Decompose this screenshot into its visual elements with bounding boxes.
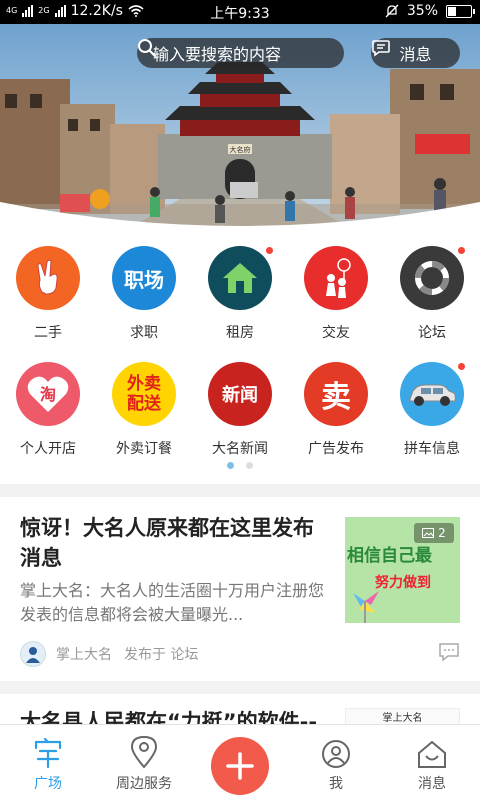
- image-count-badge: 2: [414, 523, 454, 543]
- location-pin-icon: [130, 735, 158, 769]
- notification-dot: [457, 362, 466, 371]
- page-indicator: [0, 462, 480, 469]
- category-label: 论坛: [418, 325, 446, 341]
- category-dating[interactable]: 交友: [288, 246, 384, 342]
- thumb-text-2: 努力做到: [375, 574, 431, 591]
- notification-dot: [457, 246, 466, 255]
- category-forum[interactable]: 论坛: [384, 246, 480, 342]
- sell-icon: 卖: [304, 362, 368, 426]
- category-label: 拼车信息: [404, 441, 460, 457]
- category-label: 交友: [322, 325, 350, 341]
- image-count: 2: [438, 526, 446, 540]
- battery-icon: [446, 4, 475, 18]
- takeout-icon: 外卖配送: [112, 362, 176, 426]
- page-dot-active[interactable]: [227, 462, 234, 469]
- post-description: 掌上大名：大名人的生活圈十万用户注册您发表的信息都将会被大量曝光...: [20, 581, 325, 624]
- category-label: 外卖订餐: [116, 441, 172, 457]
- feed-card[interactable]: 惊讶！大名人原来都在这里发布消息 掌上大名：大名人的生活圈十万用户注册您发表的信…: [0, 497, 480, 681]
- post-author[interactable]: 掌上大名: [56, 644, 112, 664]
- couple-icon: [304, 246, 368, 310]
- category-grid: 二手 职场 求职 租房 交友 论坛 淘 个人开店 外卖配送 外卖订餐 新闻 大名…: [0, 234, 480, 484]
- category-carpool[interactable]: 拼车信息: [384, 362, 480, 458]
- status-right: 35%: [385, 3, 475, 19]
- category-label: 求职: [130, 325, 158, 341]
- category-ads[interactable]: 卖 广告发布: [288, 362, 384, 458]
- category-label: 二手: [34, 325, 62, 341]
- sell-glyph: 卖: [321, 380, 351, 415]
- home-message-icon: [418, 740, 446, 768]
- message-button[interactable]: 消息: [371, 38, 460, 68]
- square-icon: [34, 737, 62, 769]
- hero-banner[interactable]: 大名府 输入要搜索的内容 消息: [0, 24, 480, 234]
- tab-label: 广场: [34, 776, 62, 792]
- avatar[interactable]: [20, 641, 46, 667]
- image-icon: [422, 528, 435, 538]
- category-jobs[interactable]: 职场 求职: [96, 246, 192, 342]
- chat-bubble-icon: [372, 40, 390, 57]
- search-placeholder: 输入要搜索的内容: [153, 45, 282, 64]
- shop-glyph: 淘: [40, 385, 56, 404]
- tab-square[interactable]: 广场: [0, 725, 96, 800]
- victory-hand-icon: [16, 246, 80, 310]
- news-icon: 新闻: [208, 362, 272, 426]
- add-post-button[interactable]: [211, 737, 269, 795]
- forum-icon: [400, 246, 466, 310]
- comment-icon[interactable]: [438, 641, 460, 663]
- tab-label: 消息: [418, 776, 446, 792]
- user-avatar-icon: [26, 647, 40, 663]
- category-label: 租房: [226, 325, 254, 341]
- search-bar[interactable]: 输入要搜索的内容: [137, 38, 344, 68]
- search-icon: [138, 39, 157, 58]
- tab-me[interactable]: 我: [288, 725, 384, 800]
- category-label: 个人开店: [20, 441, 76, 457]
- category-news[interactable]: 新闻 大名新闻: [192, 362, 288, 458]
- category-label: 广告发布: [308, 441, 364, 457]
- category-second-hand[interactable]: 二手: [0, 246, 96, 342]
- post-meta: 掌上大名 发布于 论坛: [20, 641, 460, 667]
- takeout-glyph: 外卖配送: [127, 374, 161, 414]
- notification-dot: [265, 246, 274, 255]
- job-icon: 职场: [112, 246, 176, 310]
- battery-percent: 35%: [406, 3, 438, 19]
- battery-level: [448, 6, 456, 16]
- message-label: 消息: [399, 45, 432, 64]
- user-icon: [322, 740, 350, 768]
- status-bar: 4G 2G 12.2K/s 上午9:33 35%: [0, 0, 480, 24]
- taobao-heart-icon: 淘: [16, 362, 80, 426]
- news-glyph: 新闻: [222, 385, 258, 406]
- bottom-nav: 广场 周边服务 我 消息: [0, 724, 480, 800]
- tab-label: 我: [329, 776, 343, 792]
- car-icon: [400, 362, 466, 426]
- post-title[interactable]: 惊讶！大名人原来都在这里发布消息: [20, 513, 330, 573]
- plus-icon: [226, 752, 254, 780]
- house-icon: [208, 246, 274, 310]
- category-open-shop[interactable]: 淘 个人开店: [0, 362, 96, 458]
- thumb-text: 掌上大名: [382, 713, 423, 724]
- post-thumbnail[interactable]: 相信自己最 努力做到 2: [345, 517, 460, 623]
- tab-label: 周边服务: [116, 776, 172, 792]
- post-location: 发布于 论坛: [124, 647, 199, 663]
- mute-bell-icon: [385, 4, 399, 18]
- category-label: 大名新闻: [212, 441, 268, 457]
- page-dot[interactable]: [246, 462, 253, 469]
- category-takeout[interactable]: 外卖配送 外卖订餐: [96, 362, 192, 458]
- gate-sign-text: 大名府: [230, 145, 251, 154]
- tab-nearby[interactable]: 周边服务: [96, 725, 192, 800]
- category-rent[interactable]: 租房: [192, 246, 288, 342]
- thumb-text-1: 相信自己最: [347, 545, 433, 566]
- tab-messages[interactable]: 消息: [384, 725, 480, 800]
